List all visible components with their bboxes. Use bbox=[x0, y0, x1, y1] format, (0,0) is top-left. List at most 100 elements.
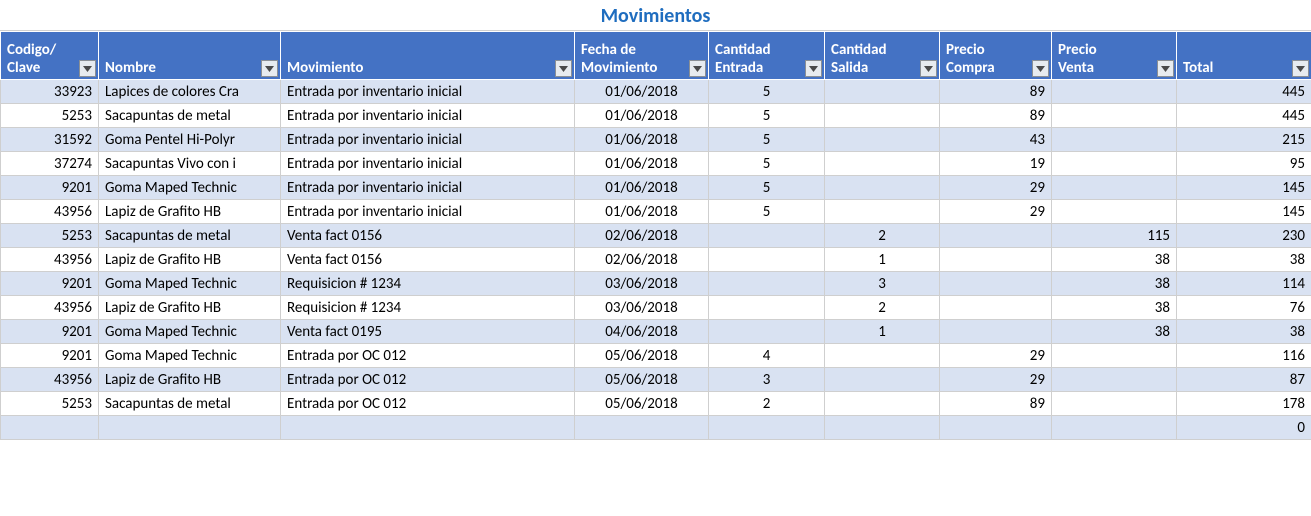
cell-pv[interactable]: 38 bbox=[1052, 320, 1177, 344]
cell-tot[interactable]: 87 bbox=[1177, 368, 1311, 392]
cell-mov[interactable]: Entrada por inventario inicial bbox=[281, 200, 575, 224]
cell-fecha[interactable]: 01/06/2018 bbox=[575, 128, 709, 152]
table-row[interactable]: 9201Goma Maped TechnicEntrada por invent… bbox=[1, 176, 1311, 200]
cell-pv[interactable]: 115 bbox=[1052, 224, 1177, 248]
cell-tot[interactable]: 145 bbox=[1177, 176, 1311, 200]
cell-nombre[interactable]: Sacapuntas Vivo con i bbox=[99, 152, 281, 176]
cell-pv[interactable] bbox=[1052, 176, 1177, 200]
cell-codigo[interactable]: 5253 bbox=[1, 224, 99, 248]
cell-pc[interactable]: 29 bbox=[940, 344, 1052, 368]
cell-mov[interactable]: Entrada por OC 012 bbox=[281, 392, 575, 416]
cell-ent[interactable]: 2 bbox=[709, 392, 825, 416]
filter-dropdown-icon[interactable] bbox=[1292, 60, 1309, 77]
cell-tot[interactable]: 38 bbox=[1177, 320, 1311, 344]
cell-ent[interactable]: 5 bbox=[709, 80, 825, 104]
cell-sal[interactable] bbox=[825, 176, 940, 200]
header-entrada[interactable]: Cantidad Entrada bbox=[709, 32, 825, 80]
cell-fecha[interactable]: 02/06/2018 bbox=[575, 224, 709, 248]
cell-pc[interactable]: 89 bbox=[940, 80, 1052, 104]
filter-dropdown-icon[interactable] bbox=[689, 60, 706, 77]
cell-pv[interactable] bbox=[1052, 80, 1177, 104]
cell-sal[interactable] bbox=[825, 104, 940, 128]
cell-tot[interactable]: 230 bbox=[1177, 224, 1311, 248]
cell-sal[interactable] bbox=[825, 416, 940, 440]
cell-pv[interactable]: 38 bbox=[1052, 296, 1177, 320]
cell-pc[interactable]: 43 bbox=[940, 128, 1052, 152]
cell-nombre[interactable]: Sacapuntas de metal bbox=[99, 392, 281, 416]
table-row[interactable]: 9201Goma Maped TechnicEntrada por OC 012… bbox=[1, 344, 1311, 368]
cell-codigo[interactable]: 43956 bbox=[1, 368, 99, 392]
cell-nombre[interactable]: Lapiz de Grafito HB bbox=[99, 368, 281, 392]
cell-tot[interactable]: 95 bbox=[1177, 152, 1311, 176]
cell-fecha[interactable]: 03/06/2018 bbox=[575, 296, 709, 320]
cell-ent[interactable] bbox=[709, 272, 825, 296]
cell-fecha[interactable]: 01/06/2018 bbox=[575, 152, 709, 176]
table-row[interactable]: 37274Sacapuntas Vivo con iEntrada por in… bbox=[1, 152, 1311, 176]
cell-pc[interactable] bbox=[940, 224, 1052, 248]
cell-fecha[interactable] bbox=[575, 416, 709, 440]
cell-ent[interactable]: 3 bbox=[709, 368, 825, 392]
cell-fecha[interactable]: 01/06/2018 bbox=[575, 176, 709, 200]
cell-mov[interactable]: Requisicion # 1234 bbox=[281, 296, 575, 320]
header-nombre[interactable]: Nombre bbox=[99, 32, 281, 80]
cell-pv[interactable] bbox=[1052, 368, 1177, 392]
cell-sal[interactable]: 3 bbox=[825, 272, 940, 296]
filter-dropdown-icon[interactable] bbox=[805, 60, 822, 77]
cell-mov[interactable]: Entrada por inventario inicial bbox=[281, 80, 575, 104]
cell-mov[interactable]: Venta fact 0156 bbox=[281, 248, 575, 272]
filter-dropdown-icon[interactable] bbox=[79, 60, 96, 77]
cell-nombre[interactable]: Goma Maped Technic bbox=[99, 176, 281, 200]
cell-tot[interactable]: 0 bbox=[1177, 416, 1311, 440]
cell-nombre[interactable]: Goma Maped Technic bbox=[99, 344, 281, 368]
cell-pv[interactable] bbox=[1052, 344, 1177, 368]
cell-fecha[interactable]: 01/06/2018 bbox=[575, 200, 709, 224]
cell-mov[interactable]: Entrada por inventario inicial bbox=[281, 128, 575, 152]
cell-pc[interactable] bbox=[940, 248, 1052, 272]
cell-sal[interactable] bbox=[825, 368, 940, 392]
cell-fecha[interactable]: 05/06/2018 bbox=[575, 368, 709, 392]
cell-fecha[interactable]: 04/06/2018 bbox=[575, 320, 709, 344]
cell-sal[interactable] bbox=[825, 128, 940, 152]
cell-ent[interactable] bbox=[709, 296, 825, 320]
cell-tot[interactable]: 215 bbox=[1177, 128, 1311, 152]
cell-fecha[interactable]: 03/06/2018 bbox=[575, 272, 709, 296]
cell-codigo[interactable]: 37274 bbox=[1, 152, 99, 176]
filter-dropdown-icon[interactable] bbox=[1032, 60, 1049, 77]
cell-mov[interactable]: Requisicion # 1234 bbox=[281, 272, 575, 296]
cell-nombre[interactable] bbox=[99, 416, 281, 440]
cell-codigo[interactable]: 5253 bbox=[1, 392, 99, 416]
cell-fecha[interactable]: 01/06/2018 bbox=[575, 104, 709, 128]
cell-pv[interactable] bbox=[1052, 200, 1177, 224]
header-codigo[interactable]: Codigo/ Clave bbox=[1, 32, 99, 80]
cell-mov[interactable] bbox=[281, 416, 575, 440]
cell-pv[interactable] bbox=[1052, 392, 1177, 416]
table-row[interactable]: 0 bbox=[1, 416, 1311, 440]
cell-ent[interactable]: 5 bbox=[709, 176, 825, 200]
cell-nombre[interactable]: Lapiz de Grafito HB bbox=[99, 200, 281, 224]
cell-pv[interactable] bbox=[1052, 416, 1177, 440]
cell-ent[interactable] bbox=[709, 320, 825, 344]
cell-pc[interactable] bbox=[940, 272, 1052, 296]
cell-sal[interactable] bbox=[825, 344, 940, 368]
cell-sal[interactable]: 1 bbox=[825, 320, 940, 344]
cell-pc[interactable]: 29 bbox=[940, 200, 1052, 224]
cell-mov[interactable]: Venta fact 0195 bbox=[281, 320, 575, 344]
cell-tot[interactable]: 114 bbox=[1177, 272, 1311, 296]
cell-codigo[interactable]: 43956 bbox=[1, 296, 99, 320]
cell-ent[interactable]: 5 bbox=[709, 152, 825, 176]
cell-mov[interactable]: Entrada por inventario inicial bbox=[281, 104, 575, 128]
cell-codigo[interactable]: 9201 bbox=[1, 272, 99, 296]
table-row[interactable]: 5253Sacapuntas de metalVenta fact 015602… bbox=[1, 224, 1311, 248]
filter-dropdown-icon[interactable] bbox=[920, 60, 937, 77]
cell-pc[interactable]: 19 bbox=[940, 152, 1052, 176]
cell-sal[interactable] bbox=[825, 80, 940, 104]
cell-nombre[interactable]: Lapiz de Grafito HB bbox=[99, 296, 281, 320]
header-total[interactable]: Total bbox=[1177, 32, 1311, 80]
cell-pc[interactable] bbox=[940, 296, 1052, 320]
table-row[interactable]: 43956Lapiz de Grafito HBEntrada por inve… bbox=[1, 200, 1311, 224]
cell-sal[interactable] bbox=[825, 392, 940, 416]
cell-pv[interactable] bbox=[1052, 128, 1177, 152]
cell-ent[interactable]: 5 bbox=[709, 200, 825, 224]
cell-codigo[interactable]: 9201 bbox=[1, 176, 99, 200]
cell-mov[interactable]: Entrada por OC 012 bbox=[281, 344, 575, 368]
